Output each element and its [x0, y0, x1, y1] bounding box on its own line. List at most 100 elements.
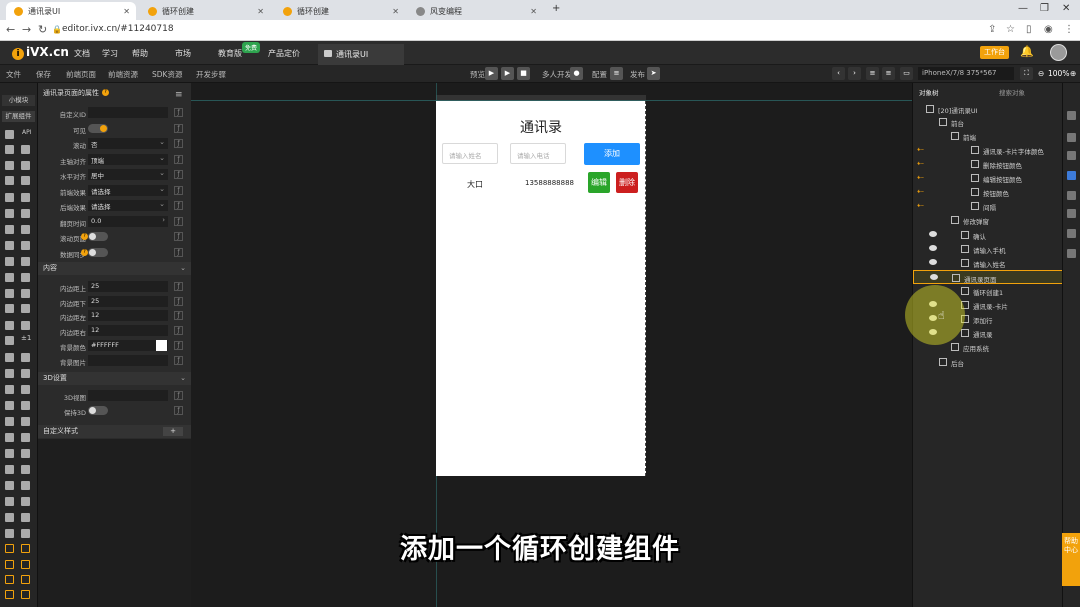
component-icon[interactable]: [5, 497, 14, 506]
restore-icon[interactable]: ❐: [1040, 3, 1049, 14]
phone-input[interactable]: 请输入电话: [510, 143, 566, 164]
component-icon[interactable]: [5, 176, 14, 185]
toolbar-file[interactable]: 文件: [6, 69, 21, 80]
config-label[interactable]: 配置: [592, 69, 607, 80]
component-icon[interactable]: [5, 590, 14, 599]
tree-row[interactable]: 前台: [913, 115, 1063, 129]
url-field[interactable]: editor.ivx.cn/#11240718: [62, 24, 174, 34]
toolbar-front-pages[interactable]: 前端页面: [66, 69, 96, 80]
component-icon[interactable]: [5, 481, 14, 490]
toolbar-save[interactable]: 保存: [36, 69, 51, 80]
tool-icon[interactable]: [1067, 249, 1076, 258]
close-icon[interactable]: ✕: [392, 7, 399, 16]
component-icon[interactable]: [21, 176, 30, 185]
edit-button[interactable]: 编辑: [588, 172, 610, 193]
monitor-icon[interactable]: ▭: [900, 67, 913, 80]
formula-icon[interactable]: ƒ: [174, 296, 183, 306]
tree-row[interactable]: ⇠ 删除按钮颜色: [913, 157, 1063, 171]
property-toggle[interactable]: [88, 232, 108, 241]
tool-icon[interactable]: [1067, 191, 1076, 200]
property-value[interactable]: [88, 390, 168, 401]
tree-row[interactable]: 后台: [913, 355, 1063, 369]
component-icon[interactable]: [5, 145, 14, 154]
browser-tab-1[interactable]: 循环创建 ✕: [140, 2, 270, 20]
component-icon[interactable]: [21, 385, 30, 394]
formula-icon[interactable]: ƒ: [174, 108, 183, 117]
menu-icon[interactable]: ≡: [175, 88, 183, 102]
component-icon[interactable]: [5, 304, 14, 313]
property-value[interactable]: [88, 354, 168, 366]
browser-tab-0[interactable]: 通讯录UI ✕: [6, 2, 136, 20]
component-icon[interactable]: [21, 465, 30, 474]
minimize-icon[interactable]: —: [1018, 3, 1028, 14]
property-value[interactable]: 12: [88, 310, 168, 322]
tab-object-tree[interactable]: 对象树: [919, 87, 939, 97]
component-icon[interactable]: [21, 433, 30, 442]
component-icon[interactable]: [5, 257, 14, 266]
sliders-icon[interactable]: ≡: [610, 67, 623, 80]
formula-icon[interactable]: ƒ: [174, 282, 183, 291]
tool-icon[interactable]: [1067, 171, 1076, 180]
nav-education[interactable]: 教育版: [218, 48, 242, 59]
add-button[interactable]: 添加: [584, 143, 640, 165]
component-icon[interactable]: [5, 401, 14, 410]
play-icon[interactable]: ▶: [485, 67, 498, 80]
new-tab-button[interactable]: +: [552, 3, 560, 14]
browser-tab-3[interactable]: 风变编程 ✕: [408, 2, 543, 20]
toolbar-dev-steps[interactable]: 开发步骤: [196, 69, 226, 80]
nav-market[interactable]: 市场: [175, 48, 191, 59]
component-icon[interactable]: [5, 273, 14, 282]
nav-learn[interactable]: 学习: [102, 48, 118, 59]
component-icon[interactable]: [21, 304, 30, 313]
stop-icon[interactable]: ■: [517, 67, 530, 80]
sidebar-icon[interactable]: ▯: [1026, 24, 1032, 35]
property-value[interactable]: 请选择 ⌄: [88, 184, 168, 196]
share-icon[interactable]: ⇪: [988, 24, 996, 35]
back-icon[interactable]: ←: [6, 23, 15, 36]
eye-icon[interactable]: [929, 245, 937, 251]
section-custom-style[interactable]: 自定义样式 +: [38, 425, 191, 438]
property-value[interactable]: 请选择 ⌄: [88, 200, 168, 211]
formula-icon[interactable]: ƒ: [174, 201, 183, 210]
component-icon[interactable]: [21, 321, 30, 330]
tool-icon[interactable]: [1067, 133, 1076, 142]
component-icon[interactable]: [5, 289, 14, 298]
tool-icon[interactable]: [1067, 209, 1076, 218]
star-icon[interactable]: ☆: [1006, 24, 1015, 35]
close-icon[interactable]: ✕: [530, 7, 537, 16]
property-value[interactable]: 25: [88, 281, 168, 292]
component-icon[interactable]: [5, 225, 14, 234]
formula-icon[interactable]: ƒ: [174, 185, 183, 195]
component-icon[interactable]: [21, 449, 30, 458]
avatar[interactable]: [1050, 44, 1067, 61]
zoom-minus-icon[interactable]: ⊖: [1038, 69, 1044, 78]
formula-icon[interactable]: ƒ: [174, 139, 183, 148]
tree-row[interactable]: ⇠ 间隔: [913, 199, 1063, 213]
name-input[interactable]: 请输入姓名: [442, 143, 498, 164]
component-icon[interactable]: [21, 209, 30, 218]
formula-icon[interactable]: ƒ: [174, 232, 183, 241]
multi-dev-label[interactable]: 多人开发: [542, 69, 572, 80]
menu-dots-icon[interactable]: ⋮: [1064, 24, 1074, 35]
help-icon[interactable]: ?: [102, 89, 109, 96]
component-icon[interactable]: [5, 369, 14, 378]
property-value[interactable]: 否 ⌄: [88, 138, 168, 149]
component-icon[interactable]: [5, 336, 14, 345]
workbench-button[interactable]: 工作台: [980, 46, 1009, 59]
component-icon[interactable]: [21, 369, 30, 378]
tree-row[interactable]: 请输入姓名: [913, 256, 1063, 270]
component-icon[interactable]: [21, 417, 30, 426]
component-icon[interactable]: [21, 241, 30, 250]
component-icon[interactable]: [5, 465, 14, 474]
help-icon[interactable]: ?: [81, 233, 88, 240]
fullscreen-icon[interactable]: ⛶: [1020, 67, 1033, 80]
component-icon[interactable]: [5, 449, 14, 458]
color-swatch[interactable]: [156, 339, 167, 351]
component-icon[interactable]: [5, 433, 14, 442]
tree-row[interactable]: 前端: [913, 129, 1063, 143]
component-icon[interactable]: [5, 575, 14, 584]
formula-icon[interactable]: ƒ: [174, 355, 183, 365]
formula-icon[interactable]: ƒ: [174, 170, 183, 179]
tool-icon[interactable]: [1067, 229, 1076, 238]
property-value[interactable]: 0.0 ›: [88, 215, 168, 227]
